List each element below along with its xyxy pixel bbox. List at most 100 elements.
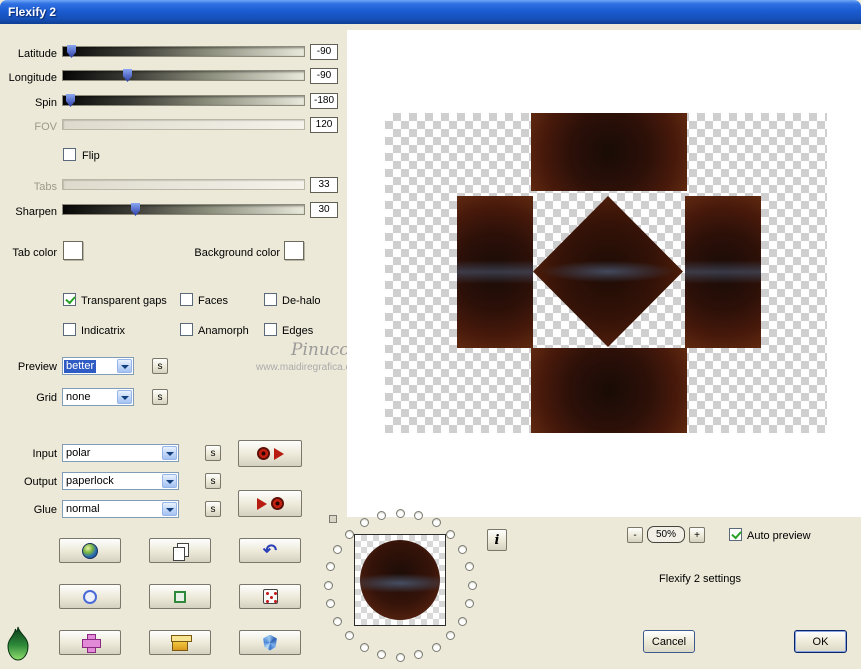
pink-cross-icon (81, 634, 101, 653)
ring-dot (414, 650, 424, 660)
longitude-value[interactable]: -90 (310, 68, 338, 84)
output-s-button[interactable]: s (205, 473, 221, 489)
chevron-down-icon[interactable] (117, 390, 132, 404)
sharpen-slider[interactable] (62, 203, 305, 216)
circle-button[interactable] (59, 584, 121, 609)
spin-slider-thumb[interactable] (66, 94, 75, 107)
chevron-down-icon[interactable] (162, 502, 177, 516)
random-dice-button[interactable] (239, 584, 301, 609)
sharpen-slider-thumb[interactable] (131, 203, 140, 216)
tabs-slider (62, 179, 305, 190)
ring-dot (359, 642, 369, 652)
spin-value[interactable]: -180 (310, 93, 338, 109)
fov-value[interactable]: 120 (310, 117, 338, 133)
edges-label: Edges (282, 325, 314, 337)
chevron-down-icon[interactable] (162, 474, 177, 488)
preview-combo-value: better (64, 360, 97, 373)
output-combo-value: paperlock (66, 475, 114, 487)
flaming-pear-logo[interactable] (4, 626, 32, 665)
chevron-down-icon[interactable] (117, 359, 132, 373)
latitude-slider-thumb[interactable] (67, 45, 76, 58)
tab-color-swatch[interactable] (63, 241, 83, 260)
title-bar[interactable]: Flexify 2 (0, 0, 861, 24)
glue-combo-value: normal (66, 503, 100, 515)
chevron-down-icon[interactable] (162, 446, 177, 460)
background-color-swatch[interactable] (284, 241, 304, 260)
window-title: Flexify 2 (8, 5, 57, 19)
yellow-box-icon (171, 634, 192, 651)
ring-dot (467, 580, 477, 590)
pattern-square-top (531, 113, 687, 191)
input-s-button[interactable]: s (205, 445, 221, 461)
grid-combo-value: none (66, 391, 91, 403)
circle-icon (83, 589, 97, 604)
output-combo-label: Output (23, 476, 57, 488)
glue-combo[interactable]: normal (62, 500, 179, 518)
globe-button[interactable] (59, 538, 121, 563)
undo-button[interactable]: ↶ (239, 538, 301, 563)
longitude-slider[interactable] (62, 69, 305, 82)
dice-icon (262, 589, 278, 604)
preview-s-button[interactable]: s (152, 358, 168, 374)
ring-dot (325, 599, 335, 609)
grid-combo-label: Grid (36, 392, 57, 404)
spin-slider[interactable] (62, 94, 305, 107)
latitude-value[interactable]: -90 (310, 44, 338, 60)
settings-status-text: Flexify 2 settings (659, 573, 741, 585)
anamorph-label: Anamorph (198, 325, 249, 337)
globe-icon (82, 542, 98, 559)
grid-combo[interactable]: none (62, 388, 134, 406)
edges-checkbox[interactable] (264, 323, 277, 336)
cancel-button[interactable]: Cancel (643, 630, 695, 653)
ring-dot (414, 510, 424, 520)
dehalo-checkbox[interactable] (264, 293, 277, 306)
remember-settings-button[interactable] (238, 440, 302, 467)
plus-cross-button[interactable] (59, 630, 121, 655)
undo-arrow-icon: ↶ (262, 541, 278, 560)
info-button[interactable]: i (487, 529, 507, 551)
zoom-in-button[interactable]: + (689, 527, 705, 543)
indicatrix-checkbox[interactable] (63, 323, 76, 336)
red-circle-icon (270, 497, 284, 510)
transparent-gaps-checkbox[interactable] (63, 293, 76, 306)
ring-dot (376, 650, 386, 660)
sharpen-label: Sharpen (15, 206, 57, 218)
longitude-slider-thumb[interactable] (123, 69, 132, 82)
fov-slider (62, 119, 305, 130)
preview-combo[interactable]: better (62, 357, 134, 375)
sharpen-value[interactable]: 30 (310, 202, 338, 218)
faces-checkbox[interactable] (180, 293, 193, 306)
ring-dot (457, 544, 467, 554)
latitude-slider[interactable] (62, 45, 305, 58)
flip-checkbox[interactable] (63, 148, 76, 161)
gem-button[interactable] (239, 630, 301, 655)
glue-s-button[interactable]: s (205, 501, 221, 517)
auto-preview-label: Auto preview (747, 530, 811, 542)
zoom-out-button[interactable]: - (627, 527, 643, 543)
ring-dot (395, 652, 405, 662)
blue-gem-icon (263, 634, 277, 651)
copy-button[interactable] (149, 538, 211, 563)
latitude-label: Latitude (17, 48, 57, 60)
square-button[interactable] (149, 584, 211, 609)
grid-s-button[interactable]: s (152, 389, 168, 405)
transparent-gaps-label: Transparent gaps (81, 295, 167, 307)
recall-settings-button[interactable] (238, 490, 302, 517)
red-arrow-icon (256, 497, 267, 510)
zoom-level-field[interactable]: 50% (647, 526, 685, 543)
red-arrow-icon (273, 447, 284, 460)
anamorph-checkbox[interactable] (180, 323, 193, 336)
ring-dot (333, 544, 343, 554)
output-combo[interactable]: paperlock (62, 472, 179, 490)
ring-dot (431, 518, 441, 528)
pattern-square-bottom (531, 348, 687, 433)
tabs-value[interactable]: 33 (310, 177, 338, 193)
input-combo[interactable]: polar (62, 444, 179, 462)
box-button[interactable] (149, 630, 211, 655)
orb-preview-frame (354, 534, 446, 626)
auto-preview-checkbox[interactable] (729, 528, 742, 541)
ring-dot (446, 631, 456, 641)
orb-preview (360, 540, 440, 620)
ok-button[interactable]: OK (794, 630, 847, 653)
flame-icon (7, 626, 29, 661)
